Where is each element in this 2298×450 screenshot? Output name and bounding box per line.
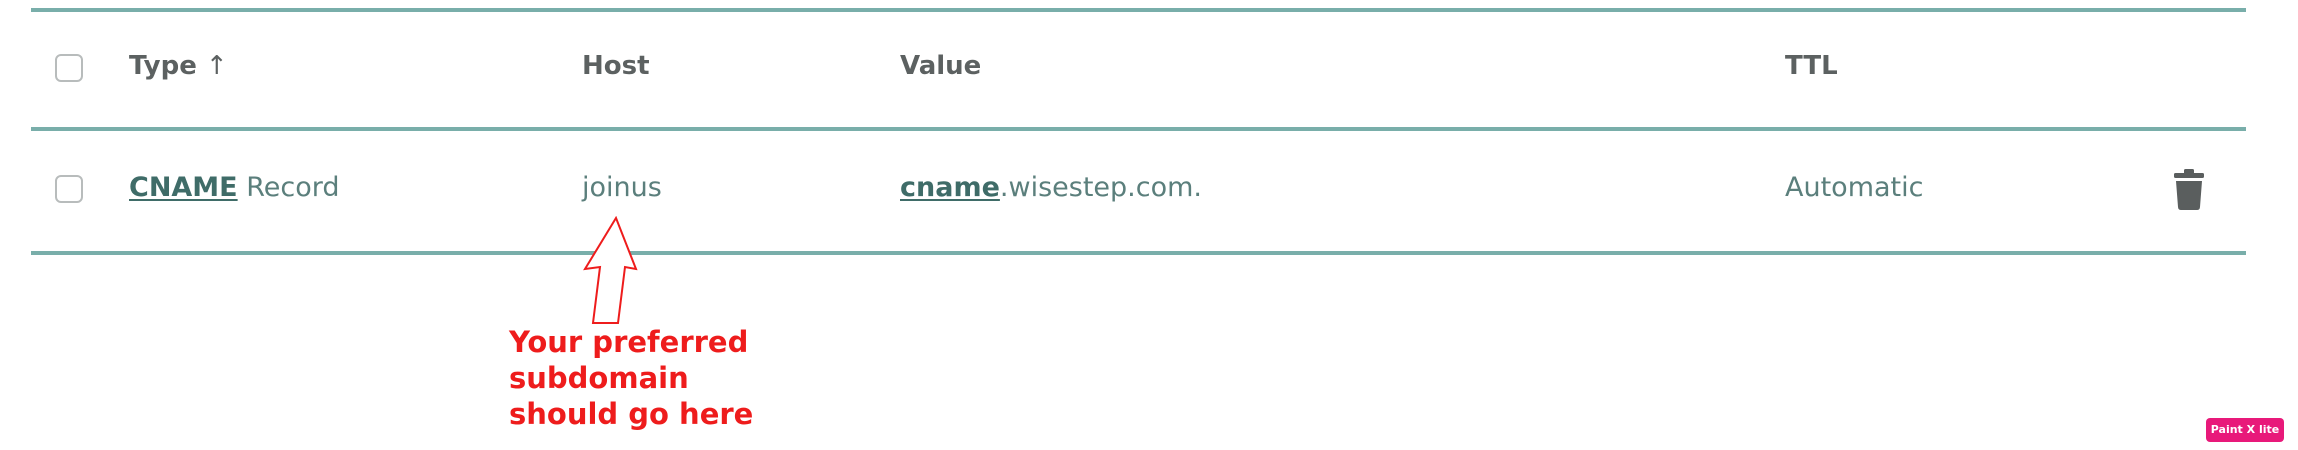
column-header-value[interactable]: Value (900, 50, 981, 82)
row-select-checkbox[interactable] (55, 175, 83, 203)
row-divider (31, 251, 2246, 255)
table-top-border (31, 8, 2246, 12)
record-host-cell[interactable]: joinus (582, 172, 662, 204)
column-header-type[interactable]: Type ↑ (129, 50, 228, 82)
record-type-link[interactable]: CNAME (129, 172, 238, 203)
column-header-ttl[interactable]: TTL (1785, 50, 1838, 82)
dns-records-table: Type ↑ Host Value TTL CNAME Record joinu… (0, 0, 2298, 450)
annotation-text: Your preferred subdomain should go here (509, 325, 754, 431)
record-value-suffix: .wisestep.com. (999, 172, 1202, 203)
column-header-host[interactable]: Host (582, 50, 650, 82)
header-divider (31, 127, 2246, 131)
record-value-link[interactable]: cname (900, 172, 1000, 203)
record-value-cell: cname.wisestep.com. (900, 172, 1202, 204)
annotation-arrow-icon (583, 216, 638, 324)
select-all-checkbox[interactable] (55, 54, 83, 82)
paint-x-lite-watermark: Paint X lite (2206, 418, 2284, 442)
column-header-type-label: Type (129, 51, 197, 81)
trash-icon[interactable] (2174, 168, 2204, 210)
record-type-cell: CNAME Record (129, 172, 340, 204)
record-type-suffix: Record (237, 172, 340, 203)
sort-ascending-icon: ↑ (205, 51, 228, 81)
record-ttl-cell: Automatic (1785, 172, 1924, 203)
